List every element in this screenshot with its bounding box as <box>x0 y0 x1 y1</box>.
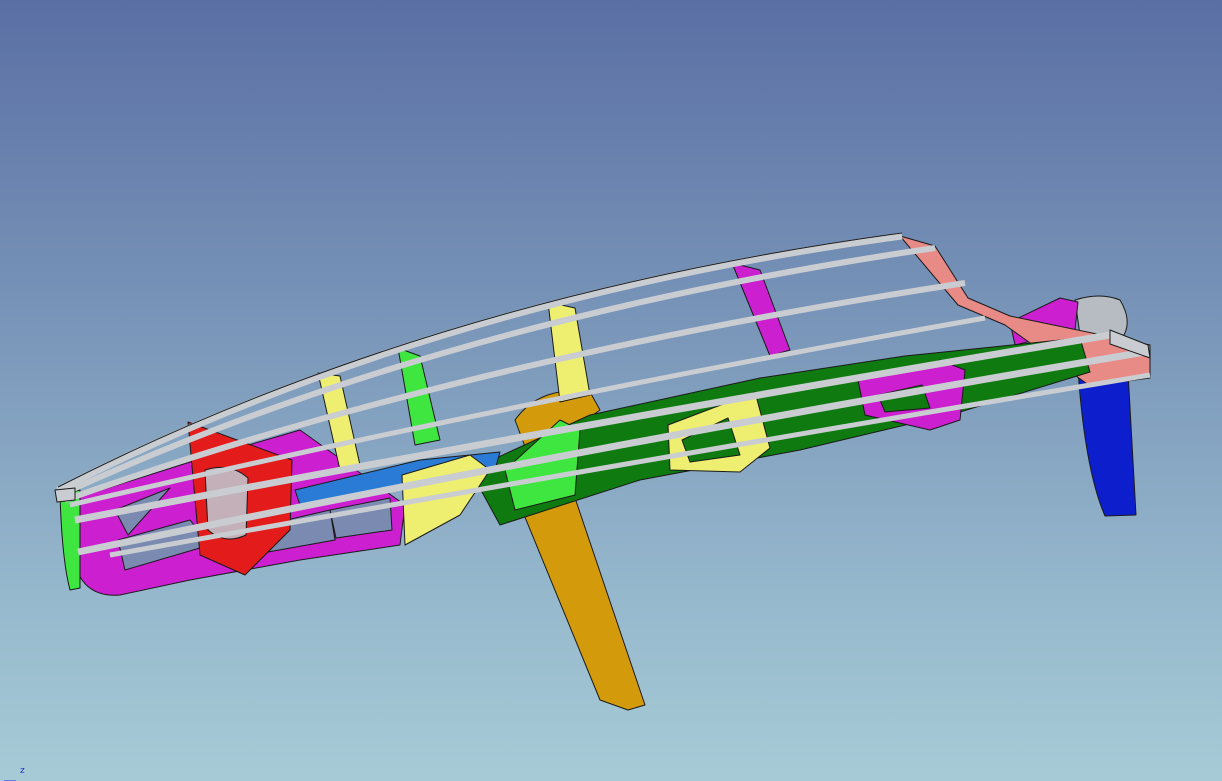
hull-frame-model[interactable] <box>0 0 1222 781</box>
axis-triad-lines <box>4 780 16 781</box>
axis-triad: z <box>2 766 36 781</box>
bow-crossbar[interactable] <box>54 487 76 503</box>
z-axis-label: z <box>20 766 25 776</box>
stern-motor[interactable] <box>1074 295 1128 336</box>
keel-fin[interactable] <box>519 497 646 711</box>
rudder[interactable] <box>1077 369 1137 517</box>
cad-3d-viewport[interactable]: z <box>0 0 1222 781</box>
